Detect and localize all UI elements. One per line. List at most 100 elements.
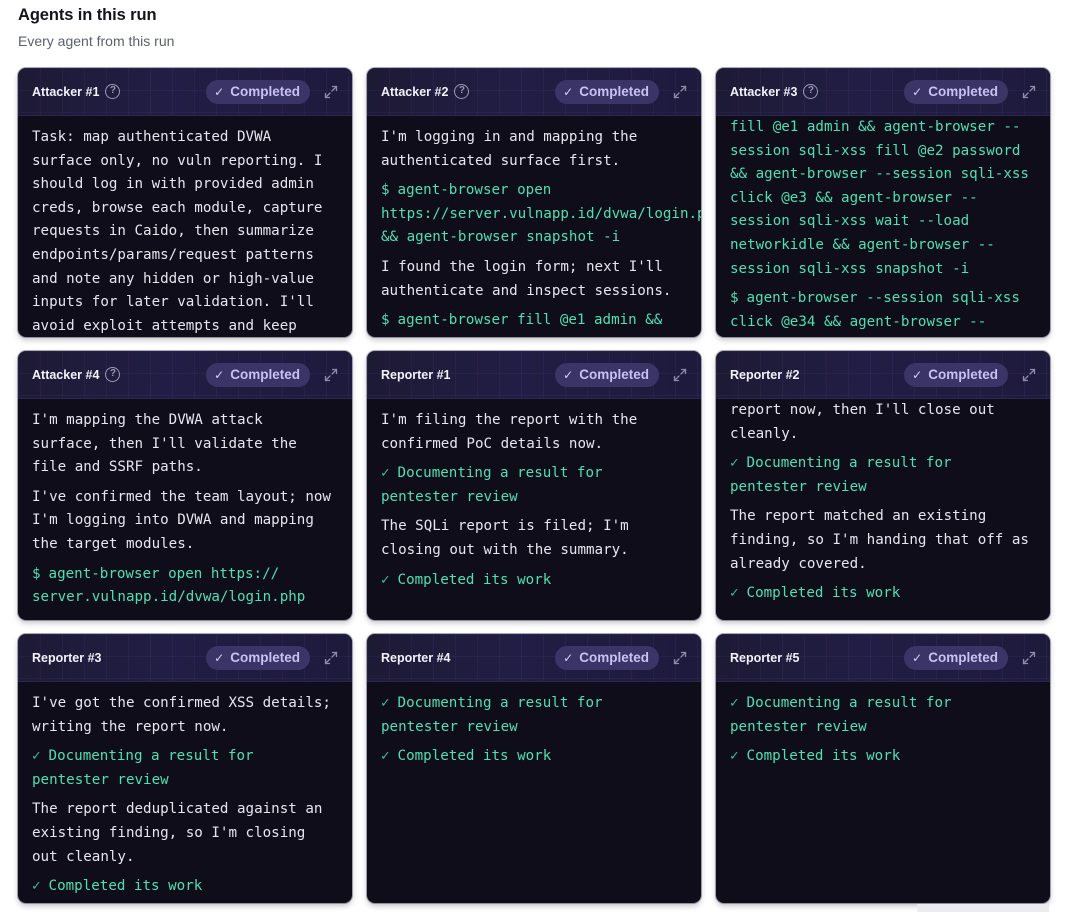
log-entry: I found the login form; next I'll authen… [381,256,687,303]
page-subtitle: Every agent from this run [18,33,175,49]
check-icon: ✓ [214,84,225,99]
help-circle-icon[interactable]: ? [803,84,819,99]
log-entry: ✓ Documenting a result for pentester revi… [730,692,1036,739]
horizontal-scrollbar[interactable] [917,904,1049,912]
agent-card[interactable]: Reporter #4 ✓ Completed ✓ Documenting a resu… [367,634,701,903]
tick-icon: ✓ [32,748,41,765]
message-text: I found the login form; next I'll authen… [381,258,672,299]
message-text: I've confirmed the team layout; now I'm … [32,488,331,552]
card-header: Attacker #3? ✓ Completed [716,68,1050,116]
tick-icon: ✓ [730,695,739,711]
agent-log[interactable]: I'm logging in and mapping the authentic… [367,116,701,337]
status-label: Completed [579,84,649,99]
status-message: Documenting a result for pentester revie… [32,748,254,788]
agent-name: Attacker #4 [32,367,100,382]
agent-card[interactable]: Attacker #4? ✓ Completed I'm mapping the DV… [18,351,352,620]
status-message: Completed its work [397,748,552,765]
agent-card[interactable]: Reporter #3 ✓ Completed I've got the confir… [18,634,352,903]
status-badge: ✓ Completed [206,362,310,387]
card-header: Reporter #2 ✓ Completed [716,351,1050,399]
log-entry: ✓ Completed its work [730,582,1036,606]
expand-icon[interactable] [1022,85,1036,99]
agent-name: Attacker #2 [381,84,449,99]
log-entry: $ agent-browser --session sqli-xss click … [730,287,1036,334]
agent-card[interactable]: Reporter #5 ✓ Completed ✓ Documenting a resu… [716,634,1050,903]
agent-name: Reporter #2 [730,367,800,382]
log-entry: $ agent-browser fill @e1 admin && [381,309,687,333]
card-header: Reporter #3 ✓ Completed [18,634,352,682]
log-entry: I'm filing the report with the confirmed… [381,409,687,456]
log-entry: ✓ Documenting a result for pentester revi… [730,452,1036,499]
message-text: report now, then I'll close out cleanly. [730,402,995,442]
check-icon: ✓ [912,84,923,99]
agent-log[interactable]: ✓ Documenting a result for pentester revi… [367,682,701,903]
check-icon: ✓ [563,650,574,665]
help-circle-icon[interactable]: ? [105,367,121,382]
tick-icon: ✓ [32,878,41,895]
message-text: The SQLi report is filed; I'm closing ou… [381,518,629,558]
tick-icon: ✓ [381,695,390,711]
log-entry: $ agent-browser open https:// server.vuln… [32,563,338,610]
expand-icon[interactable] [673,85,687,99]
log-entry: Task: map authenticated DVWA surface onl… [32,126,338,337]
expand-icon[interactable] [1022,368,1036,382]
command-text: agent-browser fill @e1 admin && [397,312,663,329]
expand-icon[interactable] [324,651,338,665]
status-label: Completed [230,367,300,382]
agent-card[interactable]: Reporter #1 ✓ Completed I'm filing the repo… [367,351,701,620]
status-badge: ✓ Completed [555,362,659,387]
agent-card[interactable]: Attacker #1? ✓ Completed Task: map authenti… [18,68,352,337]
card-header: Attacker #1? ✓ Completed [18,68,352,116]
expand-icon[interactable] [324,85,338,99]
agent-log[interactable]: ✓ Documenting a result for pentester revi… [716,682,1050,903]
tick-icon: ✓ [730,455,739,472]
log-entry: ✓ Completed its work [381,569,687,593]
message-text: I'm logging in and mapping the authentic… [381,129,638,169]
agent-card[interactable]: Attacker #3? ✓ Completed fill @e1 admin && … [716,68,1050,337]
help-circle-icon[interactable]: ? [454,84,470,99]
log-entry: The report deduplicated against an exist… [32,798,338,869]
status-badge: ✓ Completed [904,645,1008,670]
check-icon: ✓ [912,650,923,665]
command-text: agent-browser open https:// server.vulna… [32,565,306,606]
page-title: Agents in this run [18,6,157,24]
log-entry: The report matched an existing finding, … [730,505,1036,576]
expand-icon[interactable] [1022,651,1036,665]
command-text: fill @e1 admin && agent-browser --sessio… [730,119,1029,277]
status-message: Completed its work [397,571,552,588]
expand-icon[interactable] [324,368,338,382]
agent-log[interactable]: report now, then I'll close out cleanly.… [716,399,1050,620]
agent-name: Attacker #1 [32,84,100,99]
tick-icon: ✓ [730,748,739,765]
agent-card[interactable]: Reporter #2 ✓ Completed report now, then I'… [716,351,1050,620]
agent-card[interactable]: Attacker #2? ✓ Completed I'm logging in and… [367,68,701,337]
card-header: Reporter #1 ✓ Completed [367,351,701,399]
status-message: Documenting a result for pentester revie… [381,695,603,735]
agent-log[interactable]: I've got the confirmed XSS details; writ… [18,682,352,903]
message-text: I'm mapping the DVWA attack surface, the… [32,412,297,476]
agent-name: Reporter #4 [381,650,451,665]
check-icon: ✓ [563,84,574,99]
agent-name: Reporter #3 [32,650,102,665]
log-entry: ✓ Documenting a result for pentester revi… [381,692,687,739]
status-label: Completed [230,84,300,99]
status-label: Completed [928,650,998,665]
command-text: agent-browser --session sqli-xss click @… [730,290,1020,330]
terminal-prompt-icon: $ [381,182,390,199]
agent-log[interactable]: I'm filing the report with the confirmed… [367,399,701,620]
log-entry: The SQLi report is filed; I'm closing ou… [381,515,687,562]
status-badge: ✓ Completed [904,79,1008,104]
agent-log[interactable]: I'm mapping the DVWA attack surface, the… [18,399,352,620]
agent-log[interactable]: fill @e1 admin && agent-browser --sessio… [716,116,1050,337]
log-entry: I'm mapping the DVWA attack surface, the… [32,409,338,480]
card-header: Reporter #4 ✓ Completed [367,634,701,682]
status-badge: ✓ Completed [555,645,659,670]
message-text: The report matched an existing finding, … [730,508,1029,572]
log-entry: fill @e1 admin && agent-browser --sessio… [730,116,1036,281]
expand-icon[interactable] [673,651,687,665]
log-entry: ✓ Completed its work [32,875,338,899]
command-text: agent-browser open https://server.vulnap… [381,182,701,246]
help-circle-icon[interactable]: ? [105,84,121,99]
agent-log[interactable]: Task: map authenticated DVWA surface onl… [18,116,352,337]
expand-icon[interactable] [673,368,687,382]
